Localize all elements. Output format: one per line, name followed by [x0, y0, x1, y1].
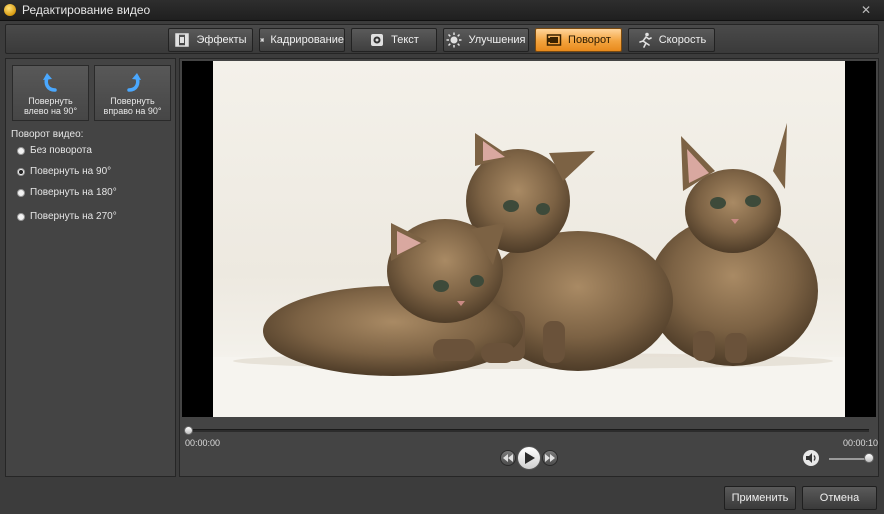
radio-label: Без поворота	[30, 145, 92, 156]
tab-text[interactable]: Текст	[351, 28, 437, 52]
tab-label: Улучшения	[468, 34, 526, 46]
cancel-button[interactable]: Отмена	[802, 486, 877, 510]
play-button[interactable]	[517, 446, 541, 470]
radio-label: Повернуть на 270°	[30, 211, 117, 222]
radio-rotate-270[interactable]: Повернуть на 270°	[17, 211, 117, 222]
tab-enhance[interactable]: Улучшения	[443, 28, 529, 52]
crop-icon	[260, 38, 265, 42]
rotate-left-label-2: влево на 90°	[23, 106, 78, 116]
radio-button[interactable]	[17, 188, 25, 197]
seek-handle[interactable]	[184, 426, 193, 435]
video-frame	[213, 61, 845, 417]
video-preview	[182, 61, 876, 417]
speed-icon	[638, 32, 652, 48]
tab-rotate[interactable]: Поворот	[535, 28, 622, 52]
tab-label: Текст	[391, 34, 419, 46]
tab-effects[interactable]: Эффекты	[168, 28, 253, 52]
close-button[interactable]: ✕	[858, 2, 874, 18]
speaker-icon	[806, 453, 816, 463]
seek-bar[interactable]	[184, 426, 869, 435]
rotate-right-icon	[126, 73, 141, 92]
rotate-left-button[interactable]: Повернуть влево на 90°	[12, 65, 89, 121]
enhance-icon	[446, 32, 462, 48]
tab-label: Кадрирование	[270, 34, 344, 46]
next-button[interactable]	[542, 450, 558, 466]
rotate-right-label-2: вправо на 90°	[103, 106, 162, 116]
forward-icon	[545, 454, 555, 462]
rotate-left-label-1: Повернуть	[28, 96, 73, 106]
radio-button[interactable]	[17, 212, 25, 221]
tab-label: Поворот	[568, 34, 611, 46]
preview-panel: 00:00:00 00:00:10	[179, 58, 879, 477]
tab-label: Скорость	[658, 34, 707, 46]
radio-no-rotation[interactable]: Без поворота	[17, 145, 92, 156]
title-bar: Редактирование видео ✕	[0, 0, 884, 21]
tab-label: Эффекты	[196, 34, 247, 46]
app-logo-icon	[4, 4, 16, 16]
kittens-image	[213, 123, 845, 417]
current-time: 00:00:00	[185, 438, 221, 448]
radio-label: Повернуть на 90°	[30, 166, 112, 177]
volume-button[interactable]	[803, 450, 819, 466]
volume-handle[interactable]	[864, 453, 874, 463]
tab-speed[interactable]: Скорость	[628, 28, 715, 52]
previous-button[interactable]	[500, 450, 516, 466]
window-title: Редактирование видео	[22, 3, 151, 17]
rewind-icon	[503, 454, 513, 462]
text-icon	[371, 34, 384, 46]
rotation-section-label: Поворот видео:	[11, 129, 84, 140]
rotate-right-label-1: Повернуть	[110, 96, 155, 106]
rotate-icon	[546, 34, 562, 46]
radio-button[interactable]	[17, 167, 25, 176]
radio-button[interactable]	[17, 146, 25, 155]
radio-rotate-180[interactable]: Повернуть на 180°	[17, 187, 117, 198]
rotate-right-button[interactable]: Повернуть вправо на 90°	[94, 65, 171, 121]
tab-bar: Эффекты Кадрирование Текст Улучшения Пов…	[5, 24, 879, 54]
radio-label: Повернуть на 180°	[30, 187, 117, 198]
radio-rotate-90[interactable]: Повернуть на 90°	[17, 166, 111, 177]
effects-icon	[175, 33, 190, 47]
tab-crop[interactable]: Кадрирование	[259, 28, 345, 52]
apply-button[interactable]: Применить	[724, 486, 796, 510]
total-time: 00:00:10	[843, 438, 879, 448]
play-icon	[525, 452, 535, 464]
rotation-panel: Повернуть влево на 90° Повернуть вправо …	[5, 58, 176, 477]
rotate-left-icon	[42, 73, 57, 92]
